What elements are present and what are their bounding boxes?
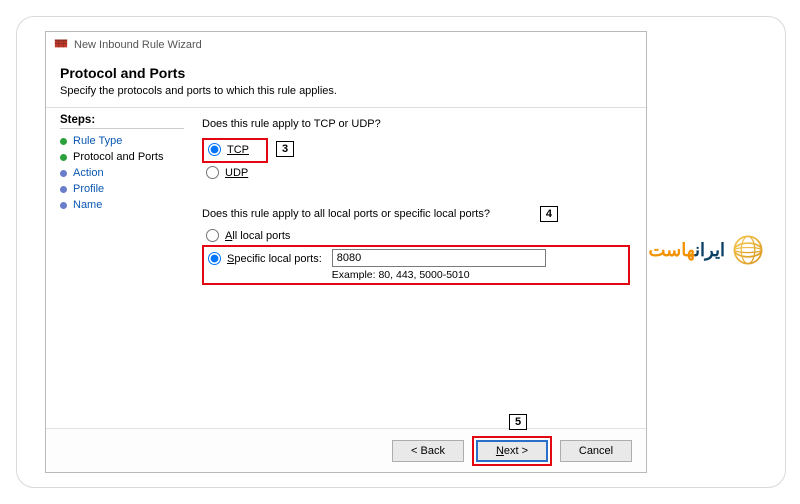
dialog-footer: < Back 5 Next > Cancel <box>46 428 646 472</box>
step-label: Profile <box>73 183 104 195</box>
radio-all-ports-label: All local ports <box>225 230 290 242</box>
annotation-box-5: 5 Next > <box>472 436 552 466</box>
steps-heading: Steps: <box>60 114 184 126</box>
annotation-5: 5 <box>509 414 527 430</box>
radio-udp-row[interactable]: UDP <box>206 165 630 180</box>
firewall-icon <box>54 36 68 53</box>
radio-udp-label: UDP <box>225 167 248 179</box>
sidebar-divider <box>60 128 184 129</box>
step-label: Name <box>73 199 102 211</box>
radio-all-ports-row[interactable]: All local ports <box>206 228 630 243</box>
radio-all-ports[interactable] <box>206 229 219 242</box>
cancel-button[interactable]: Cancel <box>560 440 632 462</box>
radio-tcp-label: TCP <box>227 144 249 156</box>
radio-tcp-row[interactable]: TCP <box>208 142 262 157</box>
header-block: Protocol and Ports Specify the protocols… <box>46 57 646 103</box>
bullet-icon <box>60 154 67 161</box>
annotation-box-4: Specific local ports: Example: 80, 443, … <box>202 245 630 285</box>
next-button[interactable]: Next > <box>476 440 548 462</box>
steps-sidebar: Steps: Rule Type Protocol and Ports Acti… <box>46 108 194 430</box>
globe-icon <box>731 233 765 267</box>
port-input[interactable] <box>332 249 546 267</box>
step-protocol-ports[interactable]: Protocol and Ports <box>60 149 184 165</box>
annotation-4: 4 <box>540 206 558 222</box>
radio-udp[interactable] <box>206 166 219 179</box>
port-example: Example: 80, 443, 5000-5010 <box>332 269 624 281</box>
bullet-icon <box>60 202 67 209</box>
bullet-icon <box>60 138 67 145</box>
radio-specific-ports-row[interactable]: Specific local ports: <box>208 251 322 266</box>
radio-specific-ports-label: Specific local ports: <box>227 253 322 265</box>
step-action[interactable]: Action <box>60 165 184 181</box>
brand-logo: ایرانهاست <box>649 233 766 267</box>
radio-tcp[interactable] <box>208 143 221 156</box>
page-title: Protocol and Ports <box>60 65 632 81</box>
annotation-box-3: TCP <box>202 138 268 163</box>
step-name[interactable]: Name <box>60 197 184 213</box>
step-label: Rule Type <box>73 135 122 147</box>
step-profile[interactable]: Profile <box>60 181 184 197</box>
question-ports: Does this rule apply to all local ports … <box>202 208 490 220</box>
page-subtitle: Specify the protocols and ports to which… <box>60 85 632 97</box>
bullet-icon <box>60 170 67 177</box>
step-rule-type[interactable]: Rule Type <box>60 133 184 149</box>
step-label: Action <box>73 167 104 179</box>
window-title: New Inbound Rule Wizard <box>74 39 202 51</box>
step-label: Protocol and Ports <box>73 151 164 163</box>
main-panel: Does this rule apply to TCP or UDP? TCP … <box>194 108 646 430</box>
radio-specific-ports[interactable] <box>208 252 221 265</box>
wizard-dialog: New Inbound Rule Wizard Protocol and Por… <box>45 31 647 473</box>
question-protocol: Does this rule apply to TCP or UDP? <box>202 118 630 130</box>
outer-frame: New Inbound Rule Wizard Protocol and Por… <box>16 16 786 488</box>
annotation-3: 3 <box>276 141 294 157</box>
titlebar: New Inbound Rule Wizard <box>46 32 646 57</box>
bullet-icon <box>60 186 67 193</box>
back-button[interactable]: < Back <box>392 440 464 462</box>
brand-text: ایرانهاست <box>649 240 726 261</box>
